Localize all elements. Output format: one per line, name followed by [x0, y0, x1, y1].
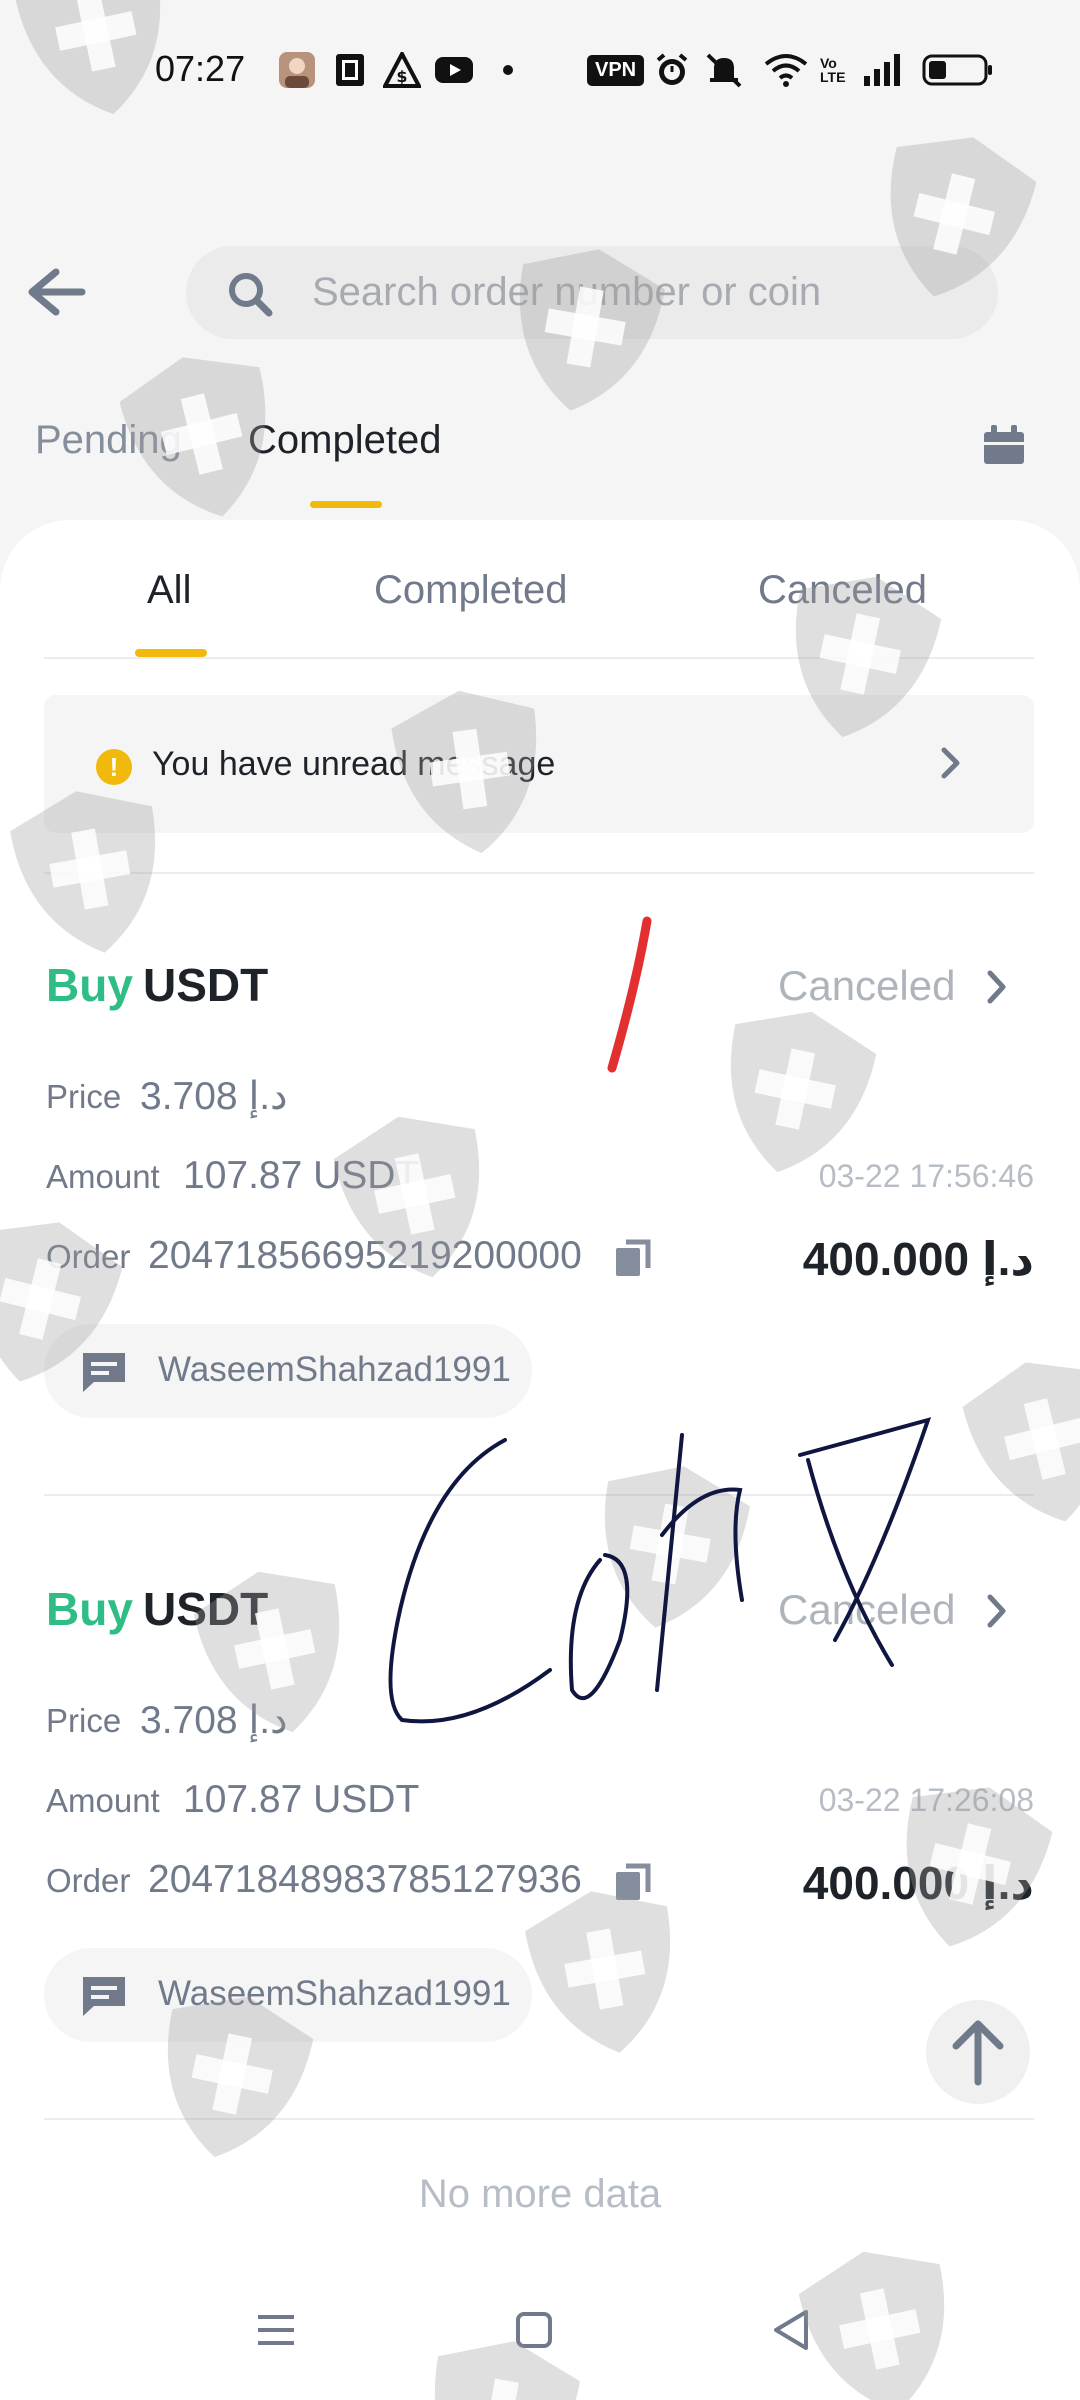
order-side: Buy: [46, 959, 133, 1011]
divider: [44, 2118, 1034, 2120]
chat-icon: [83, 1977, 125, 2016]
back-triangle-icon: [774, 2310, 808, 2350]
chevron-right-icon: [987, 1594, 1006, 1628]
price-value: 3.708 د.إ: [140, 1075, 288, 1118]
status-bar: 07:27 $ VPN Vo LTE: [0, 0, 1080, 140]
order-card[interactable]: Buy USDT Canceled Price 3.708 د.إ Amount…: [0, 1582, 1080, 2182]
filter-tab-all[interactable]: All: [147, 568, 191, 613]
divider: [44, 1494, 1034, 1496]
scroll-to-top-button[interactable]: [926, 2000, 1030, 2104]
nav-menu-button[interactable]: [246, 2300, 306, 2360]
tab-completed[interactable]: Completed: [248, 418, 441, 463]
volte-badge: Vo LTE: [820, 55, 846, 85]
filter-tab-canceled[interactable]: Canceled: [758, 568, 927, 613]
counterparty-name: WaseemShahzad1991: [158, 1350, 511, 1389]
order-coin: USDT: [143, 1583, 269, 1635]
search-input[interactable]: [312, 246, 972, 339]
order-coin: USDT: [143, 959, 269, 1011]
back-button[interactable]: [22, 262, 92, 322]
nav-home-button[interactable]: [504, 2300, 564, 2360]
order-timestamp: 03-22 17:56:46: [818, 1158, 1034, 1194]
divider: [44, 657, 1034, 659]
filter-active-indicator: [135, 649, 207, 657]
bell-muted-icon: [704, 52, 744, 88]
menu-icon: [258, 2315, 294, 2345]
unread-message-text: You have unread message: [152, 745, 556, 783]
tab-pending[interactable]: Pending: [35, 418, 182, 463]
amount-value: 107.87 USDT: [183, 1154, 420, 1197]
order-card[interactable]: Buy USDT Canceled Price 3.708 د.إ Amount…: [0, 958, 1080, 1558]
order-total: 400.000 د.إ: [802, 1233, 1034, 1285]
signal-icon: [862, 52, 902, 88]
arrow-left-icon: [28, 268, 86, 316]
copy-icon[interactable]: [612, 1862, 652, 1902]
order-side: Buy: [46, 1583, 133, 1635]
nav-back-button[interactable]: [762, 2300, 822, 2360]
no-more-data-text: No more data: [418, 2172, 662, 2216]
calendar-filter-button[interactable]: [980, 422, 1028, 468]
order-number: 20471856695219200000: [148, 1234, 582, 1277]
order-timestamp: 03-22 17:26:08: [818, 1782, 1034, 1818]
counterparty-chat-button[interactable]: WaseemShahzad1991: [44, 1324, 532, 1418]
search-icon: [229, 273, 273, 317]
counterparty-chat-button[interactable]: WaseemShahzad1991: [44, 1948, 532, 2042]
copy-icon[interactable]: [612, 1238, 652, 1278]
price-value: 3.708 د.إ: [140, 1699, 288, 1742]
svg-text:$: $: [396, 67, 407, 86]
chevron-right-icon: [987, 970, 1006, 1004]
order-number: 20471848983785127936: [148, 1858, 582, 1901]
warning-icon: !: [96, 749, 132, 785]
price-label: Price: [46, 1078, 122, 1115]
amount-label: Amount: [46, 1158, 160, 1195]
chevron-right-icon: [941, 747, 960, 779]
unread-message-banner[interactable]: ! You have unread message: [44, 695, 1034, 833]
counterparty-name: WaseemShahzad1991: [158, 1974, 511, 2013]
dot-icon: [500, 52, 516, 88]
home-square-icon: [516, 2312, 552, 2348]
order-label: Order: [46, 1238, 131, 1275]
tab-active-indicator: [310, 501, 382, 508]
search-box[interactable]: [186, 246, 998, 339]
order-total: 400.000 د.إ: [802, 1857, 1034, 1909]
price-label: Price: [46, 1702, 122, 1739]
chat-icon: [83, 1353, 125, 1392]
arrow-up-icon: [952, 2020, 1004, 2086]
youtube-icon: [434, 52, 474, 88]
alarm-icon: [654, 52, 690, 88]
amount-value: 107.87 USDT: [183, 1778, 420, 1821]
wifi-icon: [764, 52, 808, 88]
filter-tab-completed[interactable]: Completed: [374, 568, 567, 613]
status-time: 07:27: [155, 48, 246, 89]
divider: [44, 872, 1034, 874]
order-label: Order: [46, 1862, 131, 1899]
battery-icon: [922, 52, 994, 88]
vpn-badge: VPN: [587, 55, 645, 86]
order-status: Canceled: [778, 962, 956, 1009]
dollar-gear-icon: $: [383, 52, 421, 88]
avatar-icon: [278, 52, 316, 88]
calendar-icon: [984, 425, 1024, 464]
amount-label: Amount: [46, 1782, 160, 1819]
order-status: Canceled: [778, 1586, 956, 1633]
sim-icon: [333, 52, 367, 88]
